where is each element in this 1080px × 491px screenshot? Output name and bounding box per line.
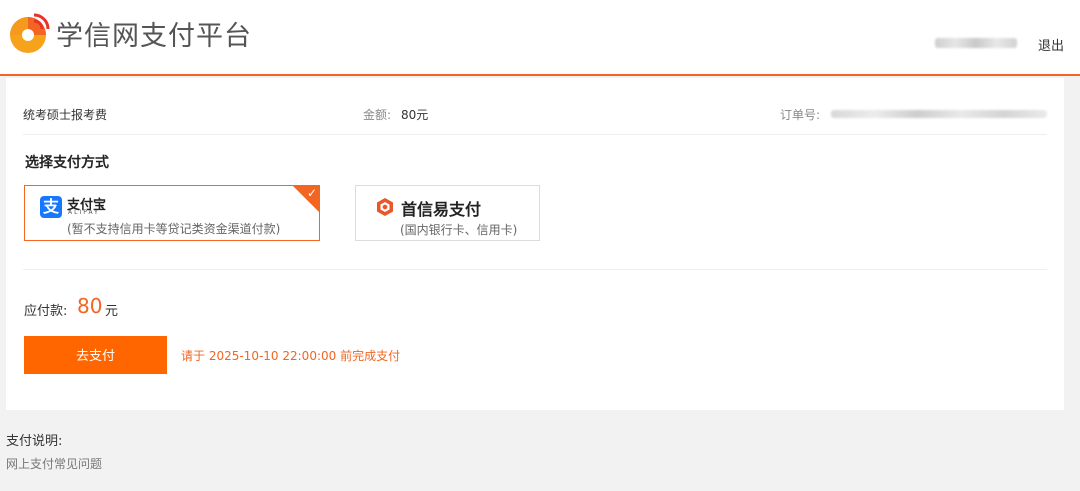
order-summary: 统考硕士报考费 金额: 80元 订单号:	[23, 104, 1047, 124]
faq-link[interactable]: 网上支付常见问题	[6, 455, 102, 472]
amount-label: 金额:	[363, 108, 392, 122]
pay-button[interactable]: 去支付	[24, 336, 167, 374]
shouxin-name: 首信易支付	[401, 200, 482, 219]
username-redacted	[935, 38, 1017, 48]
due-label: 应付款:	[24, 304, 68, 319]
amount-value: 80元	[401, 108, 429, 122]
alipay-option[interactable]: 支 支付宝 ALIPAY (暂不支持信用卡等贷记类资金渠道付款) ✓	[24, 185, 320, 241]
due-unit: 元	[105, 304, 119, 319]
shouxin-note: (国内银行卡、信用卡)	[400, 223, 518, 237]
payment-help-title: 支付说明:	[6, 434, 63, 449]
check-icon: ✓	[306, 186, 317, 200]
order-number-label: 订单号:	[780, 108, 821, 122]
brand-title: 学信网支付平台	[56, 21, 252, 52]
payment-method-title: 选择支付方式	[25, 155, 109, 171]
divider	[23, 134, 1047, 135]
order-number-redacted	[831, 110, 1047, 118]
top-header: 学信网支付平台 退出	[0, 0, 1080, 76]
shouxin-option[interactable]: 首信易支付 (国内银行卡、信用卡)	[355, 185, 540, 241]
logout-link[interactable]: 退出	[1038, 35, 1064, 54]
payment-deadline: 请于 2025-10-10 22:00:00 前完成支付	[181, 349, 401, 363]
due-amount: 80	[77, 294, 103, 318]
payment-panel: 统考硕士报考费 金额: 80元 订单号: 选择支付方式 支 支付宝 ALIPAY…	[6, 78, 1064, 410]
alipay-subname: ALIPAY	[68, 209, 100, 216]
xuexin-logo-icon	[10, 13, 50, 53]
shouxin-logo-icon	[377, 198, 393, 216]
alipay-logo-icon: 支	[40, 196, 62, 218]
divider	[23, 269, 1047, 270]
alipay-note: (暂不支持信用卡等贷记类资金渠道付款)	[67, 222, 281, 236]
product-name: 统考硕士报考费	[23, 108, 108, 122]
